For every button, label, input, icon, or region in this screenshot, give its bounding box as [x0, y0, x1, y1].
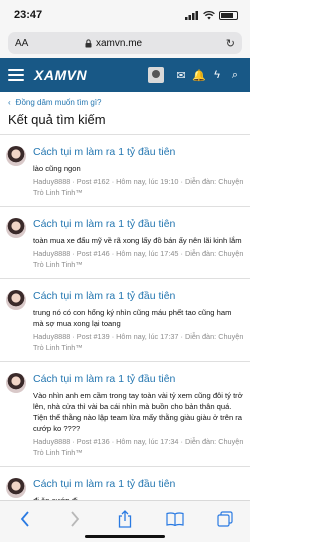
- url-text: xamvn.me: [96, 37, 143, 49]
- site-navbar: XAMVN ✉ 🔔 ϟ ⌕: [0, 58, 250, 92]
- result-meta: Haduy8888 · Post #162 · Hôm nay, lúc 19:…: [33, 177, 244, 197]
- result-title-link[interactable]: Cách tụi m làm ra 1 tỷ đầu tiên: [33, 145, 244, 159]
- bookmarks-icon[interactable]: [163, 509, 187, 529]
- chevron-left-icon: ‹: [8, 97, 11, 107]
- result-meta: Haduy8888 · Post #146 · Hôm nay, lúc 17:…: [33, 249, 244, 269]
- messages-icon[interactable]: ✉: [172, 69, 190, 82]
- avatar[interactable]: [6, 290, 26, 310]
- result-meta: Haduy8888 · Post #136 · Hôm nay, lúc 17:…: [33, 437, 244, 457]
- forward-icon[interactable]: [63, 509, 87, 529]
- search-result: Cách tụi m làm ra 1 tỷ đầu tiên Vào nhìn…: [0, 362, 250, 467]
- share-icon[interactable]: [113, 509, 137, 529]
- search-icon[interactable]: ⌕: [226, 69, 244, 82]
- avatar[interactable]: [6, 373, 26, 393]
- browser-toolbar: [0, 500, 250, 542]
- url-display[interactable]: xamvn.me: [85, 38, 215, 49]
- search-result: Cách tụi m làm ra 1 tỷ đầu tiên trung nó…: [0, 279, 250, 362]
- lightning-icon[interactable]: ϟ: [208, 69, 226, 81]
- wifi-icon: [203, 10, 215, 19]
- avatar[interactable]: [6, 218, 26, 238]
- url-field[interactable]: AA xamvn.me ↻: [8, 32, 242, 54]
- status-bar: 23:47: [0, 0, 250, 30]
- avatar[interactable]: [6, 478, 26, 498]
- result-title-link[interactable]: Cách tụi m làm ra 1 tỷ đầu tiên: [33, 477, 244, 491]
- home-indicator: [85, 535, 165, 538]
- result-title-link[interactable]: Cách tụi m làm ra 1 tỷ đầu tiên: [33, 217, 244, 231]
- browser-address-bar: AA xamvn.me ↻: [0, 30, 250, 58]
- search-result: Cách tụi m làm ra 1 tỷ đầu tiên lào cũng…: [0, 135, 250, 207]
- result-snippet: Vào nhìn anh em cầm trong tay toàn vài t…: [33, 391, 243, 433]
- site-logo[interactable]: XAMVN: [34, 67, 148, 83]
- result-snippet: trung nó có con hổng ký nhìn cũng máu ph…: [33, 308, 232, 328]
- result-title-link[interactable]: Cách tụi m làm ra 1 tỷ đầu tiên: [33, 372, 244, 386]
- bell-icon[interactable]: 🔔: [190, 69, 208, 82]
- page-title: Kết quả tìm kiếm: [8, 112, 106, 127]
- tabs-icon[interactable]: [213, 509, 237, 529]
- result-title-link[interactable]: Cách tụi m làm ra 1 tỷ đầu tiên: [33, 289, 244, 303]
- result-snippet: toàn mua xe đẩu mỹ về rã xong lấy đồ bán…: [33, 236, 242, 245]
- back-icon[interactable]: [13, 509, 37, 529]
- result-meta: Haduy8888 · Post #139 · Hôm nay, lúc 17:…: [33, 332, 244, 352]
- search-results: Cách tụi m làm ra 1 tỷ đầu tiên lào cũng…: [0, 134, 250, 514]
- lock-icon: [85, 38, 92, 47]
- text-size-button[interactable]: AA: [15, 38, 85, 49]
- signal-icon: [185, 10, 198, 20]
- result-snippet: lào cũng ngon: [33, 164, 81, 173]
- status-time: 23:47: [14, 9, 43, 21]
- menu-icon[interactable]: [8, 69, 24, 81]
- breadcrumb[interactable]: ‹ Đồng dâm muốn tìm gì?: [0, 94, 250, 110]
- avatar[interactable]: [6, 146, 26, 166]
- user-avatar[interactable]: [148, 67, 164, 83]
- battery-icon: [219, 10, 238, 20]
- breadcrumb-label: Đồng dâm muốn tìm gì?: [15, 97, 102, 107]
- reload-icon[interactable]: ↻: [215, 37, 235, 50]
- status-icons: [185, 10, 238, 20]
- search-result: Cách tụi m làm ra 1 tỷ đầu tiên toàn mua…: [0, 207, 250, 279]
